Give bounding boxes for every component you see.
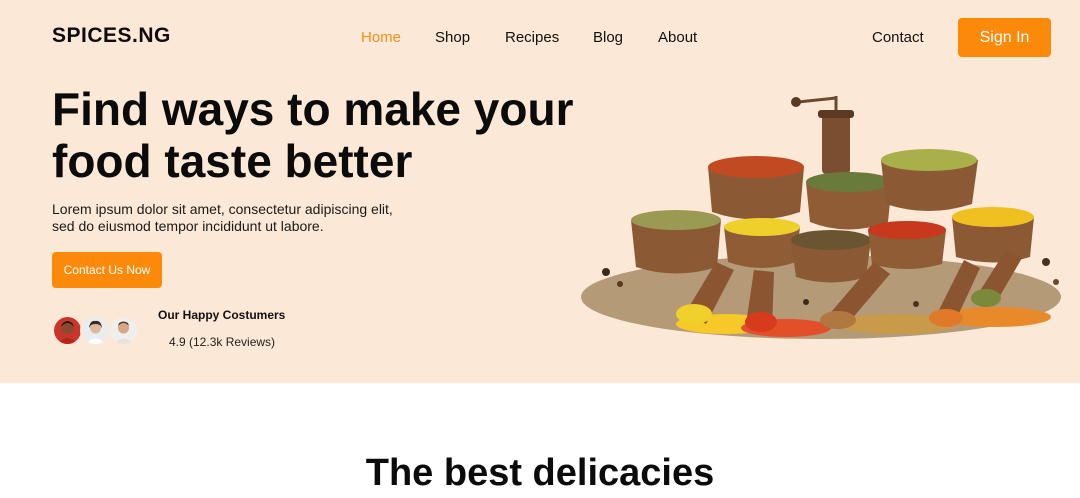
spice-bowls-illustration [581,96,1061,339]
nav-recipes[interactable]: Recipes [505,29,559,46]
customer-avatars [52,315,142,347]
sign-in-button[interactable]: Sign In [958,18,1051,57]
reviews-title: Our Happy Costumers [158,308,286,322]
contact-us-button[interactable]: Contact Us Now [52,252,162,288]
nav-home[interactable]: Home [361,29,401,46]
hero-subtext: Lorem ipsum dolor sit amet, consectetur … [52,201,393,234]
avatar [108,315,139,346]
nav-about[interactable]: About [658,29,697,46]
avatar [80,315,111,346]
main-nav: Home Shop Recipes Blog About Contact [0,29,1080,49]
nav-contact[interactable]: Contact [872,29,924,46]
avatar [52,315,83,346]
nav-shop[interactable]: Shop [435,29,470,46]
reviews-rating: 4.9 (12.3k Reviews) [169,335,276,349]
hero-headline: Find ways to make your food taste better [52,83,574,187]
hero-section: SPICES.NG Home Shop Recipes Blog About C… [0,0,1080,383]
section-title: The best delicacies [365,452,715,494]
nav-blog[interactable]: Blog [593,29,623,46]
